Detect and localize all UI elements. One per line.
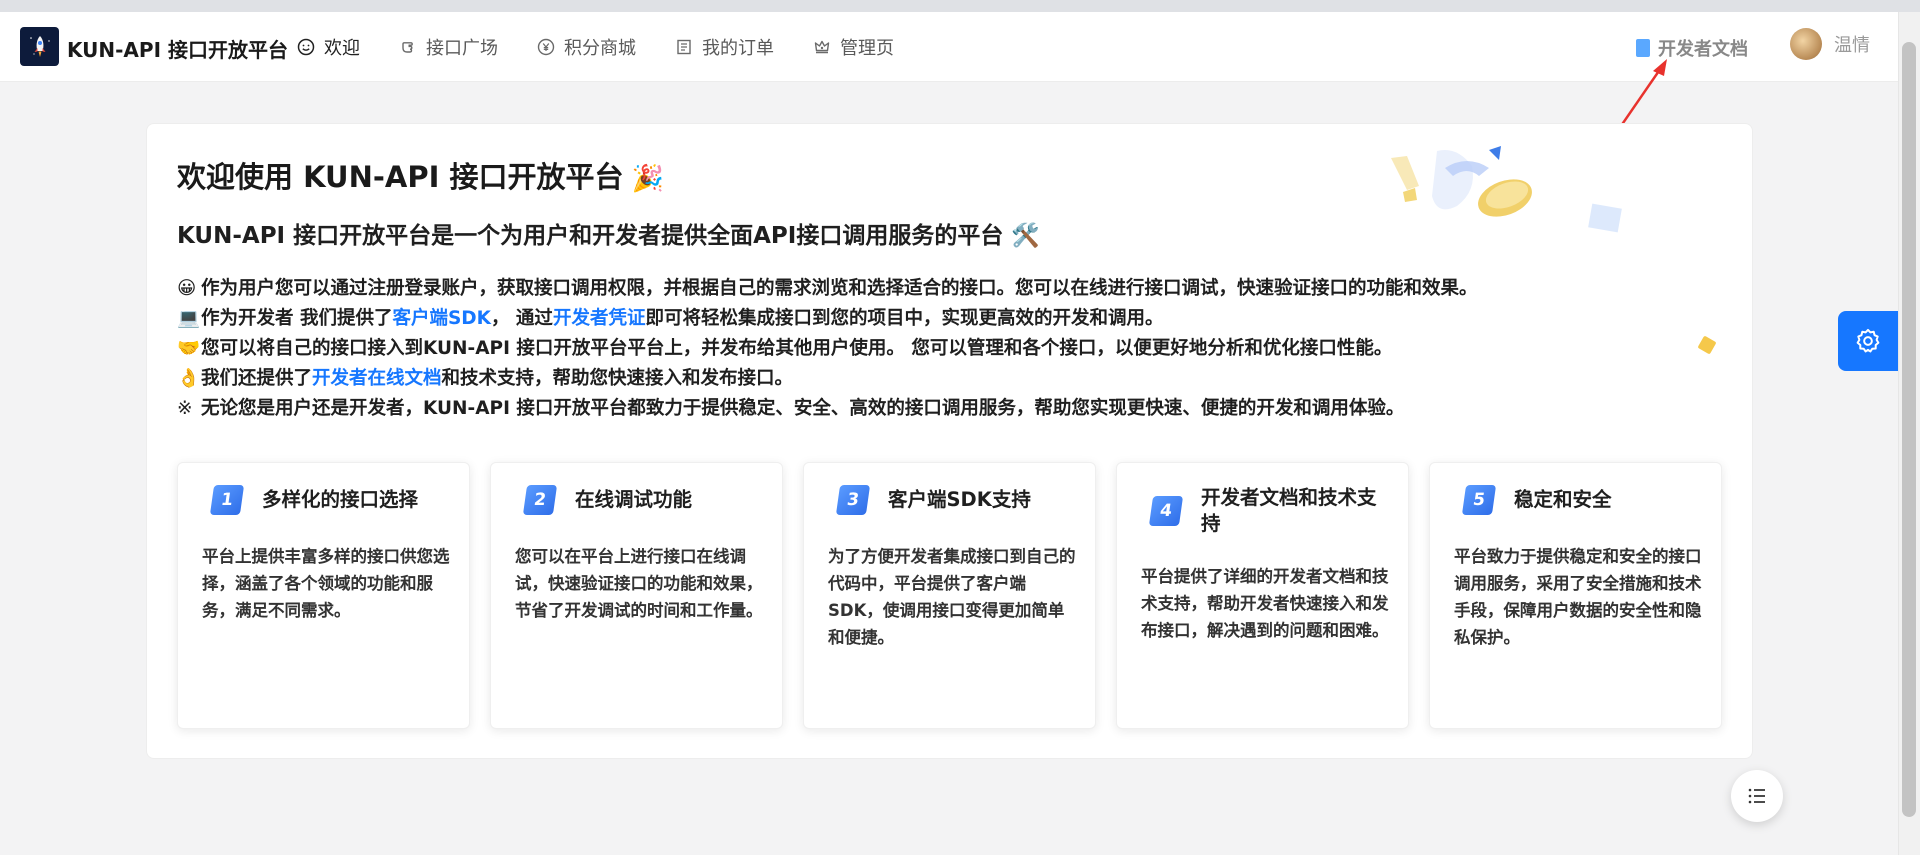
page-scrollbar[interactable] [1898,12,1920,855]
order-list-icon [674,37,694,57]
feature-card: 3 客户端SDK支持 为了方便开发者集成接口到自己的代码中，平台提供了客户端SD… [803,462,1096,729]
description-text: 作为开发者 我们提供了 [201,308,393,329]
feature-card: 2 在线调试功能 您可以在平台上进行接口在线调试，快速验证接口的功能和效果，节省… [490,462,783,729]
settings-button[interactable] [1838,311,1898,371]
smile-icon [296,37,316,57]
feature-header: 1 多样化的接口选择 [209,485,452,515]
list-icon [1748,788,1765,804]
handshake-icon: 🤝 [177,338,201,359]
feature-number-badge: 1 [209,485,245,515]
description-text: 我们还提供了 [201,368,313,389]
avatar [1790,28,1822,60]
feature-cards: 1 多样化的接口选择 平台上提供丰富多样的接口供您选择，涵盖了各个领域的功能和服… [177,462,1722,729]
description-text: 无论您是用户还是开发者，KUN-API 接口开放平台都致力于提供稳定、安全、高效… [201,398,1405,419]
welcome-subtitle: KUN-API 接口开放平台是一个为用户和开发者提供全面API接口调用服务的平台… [177,216,1040,250]
feature-title: 在线调试功能 [575,488,693,511]
client-sdk-link[interactable]: 客户端SDK [392,308,491,329]
feature-number-badge: 5 [1461,485,1497,515]
nav-item-admin[interactable]: 管理页 [812,34,894,60]
nav-item-my-orders[interactable]: 我的订单 [674,34,774,60]
welcome-card: 欢迎使用 KUN-API 接口开放平台 🎉 KUN-API 接口开放平台是一个为用… [146,123,1753,759]
browser-top-strip [0,0,1920,12]
tools-icon: 🛠️ [1011,223,1040,249]
ok-hand-icon: 👌 [177,368,201,389]
app-title[interactable]: KUN-API 接口开放平台 [67,34,288,63]
feature-title: 多样化的接口选择 [262,488,419,511]
feature-title: 客户端SDK支持 [888,488,1031,511]
nav-label: 欢迎 [324,38,360,59]
rocket-logo-icon [24,31,55,62]
nav-label: 我的订单 [702,38,774,59]
feature-header: 3 客户端SDK支持 [835,485,1078,515]
feature-card: 5 稳定和安全 平台致力于提供稳定和安全的接口调用服务，采用了安全措施和技术手段… [1429,462,1722,729]
feature-body: 为了方便开发者集成接口到自己的代码中，平台提供了客户端SDK，使调用接口变得更加… [828,547,1076,647]
app-logo[interactable] [20,27,59,66]
description-line: 😀 作为用户您可以通过注册登录账户，获取接口调用权限，并根据自己的需求浏览和选择适… [177,274,1737,304]
feature-header: 4 开发者文档和技术支持 [1148,485,1391,537]
gear-icon [1856,328,1880,353]
description-text: 您可以将自己的接口接入到KUN-API 接口开放平台平台上，并发布给其他用户使用… [201,338,1393,359]
feature-number-badge: 2 [522,485,558,515]
feature-number-badge: 4 [1148,496,1184,526]
nav-item-api-square[interactable]: 接口广场 [398,34,498,60]
online-docs-link[interactable]: 开发者在线文档 [312,368,442,389]
feature-body: 您可以在平台上进行接口在线调试，快速验证接口的功能和效果，节省了开发调试的时间和… [515,547,763,620]
description-line: 👌我们还提供了开发者在线文档和技术支持，帮助您快速接入和发布接口。 [177,364,1737,394]
welcome-title: 欢迎使用 KUN-API 接口开放平台 🎉 [177,154,664,196]
grinning-face-icon: 😀 [177,278,197,299]
nav-item-welcome[interactable]: 欢迎 [296,34,360,60]
feature-body: 平台致力于提供稳定和安全的接口调用服务，采用了安全措施和技术手段，保障用户数据的… [1454,547,1702,647]
feature-title: 开发者文档和技术支持 [1201,486,1377,535]
description-text: 即可将轻松集成接口到您的项目中，实现更高效的开发和调用。 [645,308,1164,329]
description-line: 💻作为开发者 我们提供了客户端SDK， 通过开发者凭证即可将轻松集成接口到您的项… [177,304,1737,334]
decoration-illustration [1391,146,1622,233]
description-text: 和技术支持，帮助您快速接入和发布接口。 [441,368,794,389]
feature-body: 平台上提供丰富多样的接口供您选择，涵盖了各个领域的功能和服务，满足不同需求。 [202,547,450,620]
description-line: 🤝您可以将自己的接口接入到KUN-API 接口开放平台平台上，并发布给其他用户使… [177,334,1737,364]
user-name: 温情 [1834,35,1870,56]
user-menu[interactable]: 温情 [1790,28,1870,60]
feature-title: 稳定和安全 [1514,488,1612,511]
description-text: ， 通过 [490,308,553,329]
feature-header: 2 在线调试功能 [522,485,765,515]
developer-credential-link[interactable]: 开发者凭证 [553,308,646,329]
hand-icon [398,37,418,57]
feature-header: 5 稳定和安全 [1461,485,1704,515]
crown-icon [812,37,832,57]
party-popper-icon: 🎉 [631,164,664,194]
feature-card: 1 多样化的接口选择 平台上提供丰富多样的接口供您选择，涵盖了各个领域的功能和服… [177,462,470,729]
description-text: 作为用户您可以通过注册登录账户，获取接口调用权限，并根据自己的需求浏览和选择适合… [201,278,1478,299]
description-line: ※ 无论您是用户还是开发者，KUN-API 接口开放平台都致力于提供稳定、安全、高… [177,394,1737,424]
yen-icon [536,37,556,57]
main-nav: 欢迎 接口广场 积分商城 我的订单 管理页 [296,12,932,82]
toc-float-button[interactable] [1731,770,1783,822]
welcome-subtitle-text: KUN-API 接口开放平台是一个为用户和开发者提供全面API接口调用服务的平台 [177,223,1004,249]
nav-label: 管理页 [840,38,894,59]
description-list: 😀 作为用户您可以通过注册登录账户，获取接口调用权限，并根据自己的需求浏览和选择适… [177,274,1737,424]
feature-number-badge: 3 [835,485,871,515]
scrollbar-thumb[interactable] [1902,42,1916,817]
feature-body: 平台提供了详细的开发者文档和技术支持，帮助开发者快速接入和发布接口，解决遇到的问… [1141,567,1389,640]
nav-item-points-mall[interactable]: 积分商城 [536,34,636,60]
laptop-icon: 💻 [177,308,201,329]
feature-card: 4 开发者文档和技术支持 平台提供了详细的开发者文档和技术支持，帮助开发者快速接… [1116,462,1409,729]
reference-mark-icon: ※ [177,398,193,419]
welcome-title-text: 欢迎使用 KUN-API 接口开放平台 [177,160,624,194]
nav-label: 积分商城 [564,38,636,59]
nav-label: 接口广场 [426,38,498,59]
